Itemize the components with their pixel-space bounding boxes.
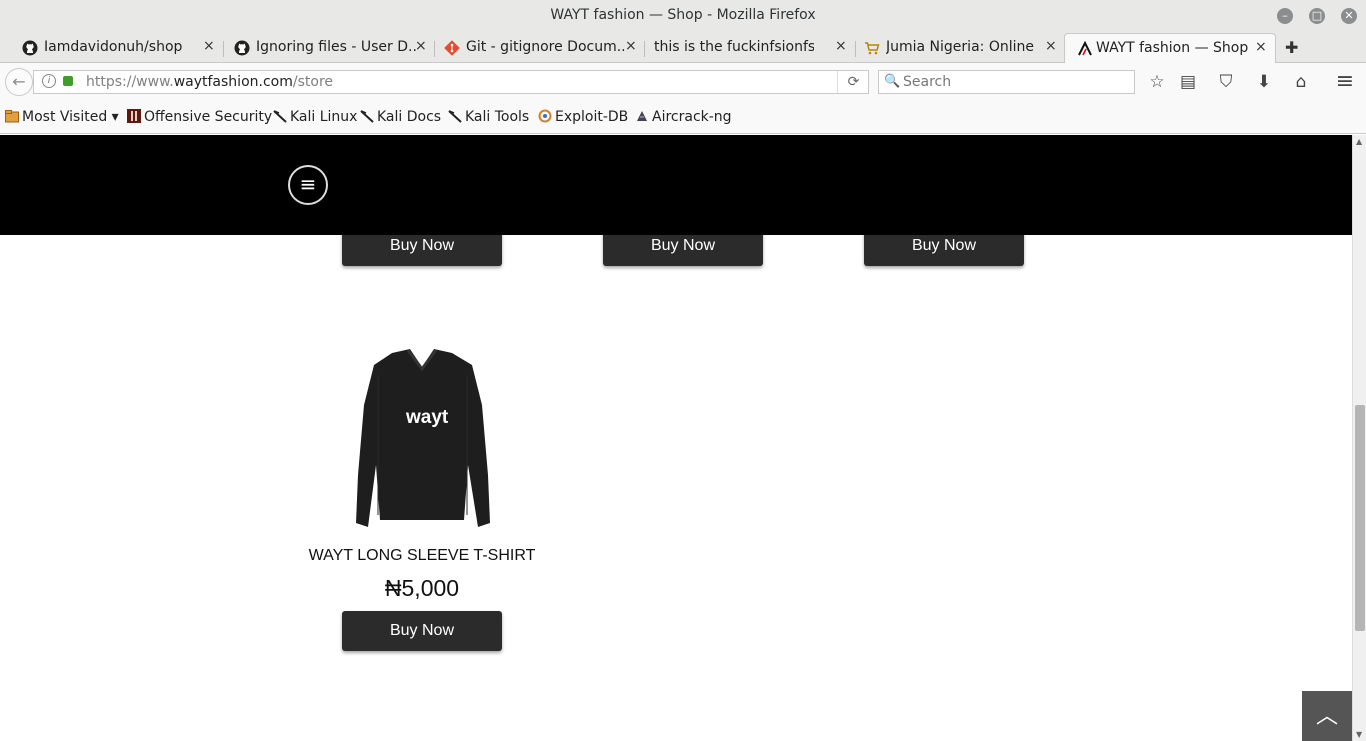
tab-label: Git - gitignore Docum... bbox=[466, 39, 626, 55]
bookmark-aircrack-ng[interactable]: Aircrack-ng bbox=[635, 109, 732, 125]
scroll-up-arrow-icon[interactable]: ▲ bbox=[1356, 137, 1362, 146]
git-icon bbox=[444, 40, 460, 56]
bookmark-label: Kali Tools bbox=[465, 109, 530, 125]
bookmark-kali-linux[interactable]: Kali Linux bbox=[273, 109, 357, 125]
bookmark-exploit-db[interactable]: Exploit-DB bbox=[538, 109, 628, 125]
tab-close-icon[interactable]: × bbox=[203, 38, 215, 54]
github-icon bbox=[234, 40, 250, 56]
bookmark-kali-tools[interactable]: Kali Tools bbox=[448, 109, 529, 125]
reading-list-icon[interactable]: ▤ bbox=[1177, 72, 1199, 94]
search-input[interactable]: 🔍 Search bbox=[878, 70, 1135, 94]
tab-github-ignoring-files[interactable]: Ignoring files - User D... × bbox=[222, 33, 432, 63]
tab-git-gitignore[interactable]: Git - gitignore Docum... × bbox=[432, 33, 642, 63]
cart-icon bbox=[865, 42, 880, 55]
url-bar[interactable]: i https://www.waytfashion.com/store ⟳ bbox=[33, 70, 869, 94]
github-icon bbox=[22, 40, 38, 56]
exploitdb-icon bbox=[538, 109, 552, 123]
bookmark-kali-docs[interactable]: Kali Docs bbox=[360, 109, 441, 125]
bookmark-label: Offensive Security bbox=[144, 109, 273, 125]
tab-wayt-shop[interactable]: WAYT fashion — Shop × bbox=[1064, 33, 1276, 64]
folder-icon bbox=[5, 110, 19, 123]
minimize-button[interactable]: – bbox=[1277, 8, 1293, 24]
tab-label: this is the fuckinfsionfs bbox=[654, 39, 814, 55]
tab-strip: Iamdavidonuh/shop × Ignoring files - Use… bbox=[0, 33, 1366, 64]
product-name[interactable]: WAYT LONG SLEEVE T-SHIRT bbox=[262, 547, 582, 565]
bookmark-offensive-security[interactable]: Offensive Security bbox=[127, 109, 272, 125]
kali-icon bbox=[448, 110, 462, 123]
menu-icon[interactable]: ≡ bbox=[1334, 71, 1356, 94]
reload-icon[interactable]: ⟳ bbox=[837, 71, 869, 93]
navigation-toolbar: ← i https://www.waytfashion.com/store ⟳ … bbox=[0, 63, 1366, 101]
product-image-long-sleeve-tshirt[interactable]: wayt bbox=[350, 345, 495, 535]
tab-label: Iamdavidonuh/shop bbox=[44, 39, 183, 55]
bookmark-label: Exploit-DB bbox=[555, 109, 629, 125]
maximize-button[interactable]: □ bbox=[1309, 8, 1325, 24]
window-title: WAYT fashion — Shop - Mozilla Firefox bbox=[550, 7, 816, 23]
kali-icon bbox=[360, 110, 374, 123]
aircrack-icon bbox=[637, 111, 647, 121]
bookmark-label: Most Visited ▾ bbox=[22, 109, 119, 125]
tab-label: Ignoring files - User D... bbox=[256, 39, 416, 55]
tab-untitled[interactable]: this is the fuckinfsionfs × bbox=[620, 33, 852, 63]
tab-label: WAYT fashion — Shop bbox=[1096, 40, 1249, 56]
bookmark-label: Kali Linux bbox=[290, 109, 358, 125]
download-icon[interactable]: ⬇ bbox=[1253, 72, 1275, 94]
lock-icon[interactable] bbox=[63, 76, 73, 86]
tab-close-icon[interactable]: × bbox=[835, 38, 847, 54]
tab-close-icon[interactable]: × bbox=[1045, 38, 1057, 54]
tab-jumia[interactable]: Jumia Nigeria: Online ... × bbox=[852, 33, 1062, 63]
url-prefix: https://www. bbox=[86, 74, 174, 90]
page-viewport: ≡ Buy Now Buy Now Buy Now wayt WAYT LONG… bbox=[0, 135, 1352, 741]
bookmark-most-visited[interactable]: Most Visited ▾ bbox=[5, 109, 119, 125]
info-icon[interactable]: i bbox=[42, 74, 56, 88]
hamburger-menu-button[interactable]: ≡ bbox=[288, 165, 328, 205]
window-titlebar: WAYT fashion — Shop - Mozilla Firefox – … bbox=[0, 0, 1366, 33]
tab-close-icon[interactable]: × bbox=[415, 38, 427, 54]
back-to-top-button[interactable]: ︿ bbox=[1302, 691, 1352, 741]
product-logo-text: wayt bbox=[405, 407, 449, 428]
pocket-icon[interactable]: ⛉ bbox=[1215, 72, 1237, 94]
bookmark-label: Kali Docs bbox=[377, 109, 442, 125]
tab-close-icon[interactable]: × bbox=[1255, 39, 1267, 55]
tab-label: Jumia Nigeria: Online ... bbox=[886, 39, 1036, 55]
bookmarks-toolbar: Most Visited ▾ Offensive Security Kali L… bbox=[0, 101, 1366, 134]
product-price: ₦5,000 bbox=[384, 575, 460, 601]
site-header: ≡ bbox=[0, 135, 1352, 235]
url-host: waytfashion.com bbox=[173, 74, 293, 90]
home-icon[interactable]: ⌂ bbox=[1290, 72, 1312, 94]
close-window-button[interactable]: ✕ bbox=[1341, 8, 1357, 24]
buy-now-button[interactable]: Buy Now bbox=[342, 611, 502, 651]
back-button[interactable]: ← bbox=[5, 68, 33, 96]
search-placeholder: Search bbox=[903, 74, 952, 90]
url-text[interactable]: https://www.waytfashion.com/store bbox=[86, 74, 333, 90]
scroll-down-arrow-icon[interactable]: ▼ bbox=[1356, 730, 1362, 739]
page-scrollbar[interactable]: ▲ ▼ bbox=[1352, 135, 1366, 741]
bookmark-star-icon[interactable]: ☆ bbox=[1146, 72, 1168, 94]
new-tab-button[interactable]: ✚ bbox=[1285, 38, 1298, 57]
offsec-icon bbox=[127, 109, 141, 123]
wayt-icon bbox=[1078, 41, 1092, 56]
search-icon: 🔍 bbox=[884, 74, 901, 89]
scrollbar-thumb[interactable] bbox=[1355, 405, 1365, 631]
bookmark-label: Aircrack-ng bbox=[652, 109, 732, 125]
url-path: /store bbox=[292, 74, 334, 90]
tab-github-shop[interactable]: Iamdavidonuh/shop × bbox=[10, 33, 220, 63]
kali-icon bbox=[273, 110, 287, 123]
